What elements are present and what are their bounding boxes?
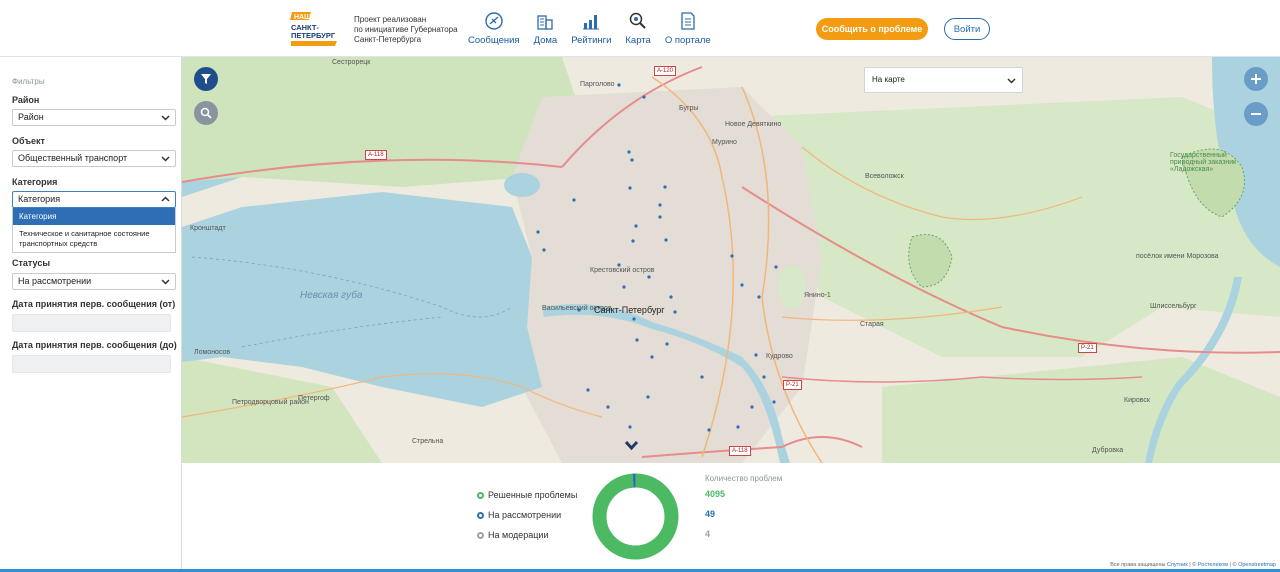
- search-icon: [200, 107, 212, 119]
- messages-icon: [485, 12, 503, 30]
- map-label: Стрельна: [412, 438, 444, 445]
- object-label: Объект: [12, 136, 45, 146]
- map-label: Мурино: [712, 139, 737, 146]
- map-label: Сестрорецк: [332, 59, 371, 66]
- main-nav: Сообщения Дома Рейтинги Карта О портале: [468, 10, 725, 46]
- svg-text:НАШ: НАШ: [294, 14, 311, 21]
- nav-ratings[interactable]: Рейтинги: [571, 10, 611, 46]
- count-title: Количество проблем: [705, 474, 783, 483]
- district-label: Район: [12, 95, 40, 105]
- osm-link[interactable]: Openstreetmap: [1238, 562, 1276, 568]
- object-select[interactable]: Общественный транспорт: [12, 150, 176, 167]
- donut-slice: [592, 473, 679, 560]
- chevron-up-icon: [161, 196, 170, 202]
- buildings-icon: [537, 15, 554, 30]
- count-resolved: 4095: [705, 489, 726, 499]
- map-label: Кронштадт: [190, 225, 226, 232]
- rostelecom-link[interactable]: Ростелеком: [1198, 562, 1228, 568]
- road-shield: Р-21: [1078, 343, 1097, 353]
- logo[interactable]: НАШ САНКТ- ПЕТЕРБУРГ: [289, 10, 339, 48]
- map-label: Старая: [860, 321, 884, 328]
- filters-sidebar: Фильтры Район Район Объект Общественный …: [0, 57, 182, 572]
- search-button[interactable]: [194, 101, 218, 125]
- legend-dot-icon: [477, 531, 484, 539]
- count-moderation: 4: [705, 529, 711, 539]
- map-label: Крестовский остров: [590, 267, 655, 274]
- status-label: Статусы: [12, 258, 51, 268]
- category-option[interactable]: Техническое и санитарное состояние транс…: [13, 225, 175, 253]
- date-to-label: Дата принятия перв. сообщения (до): [12, 340, 177, 350]
- legend-dot-icon: [477, 491, 484, 499]
- nav-map[interactable]: Карта: [625, 10, 651, 46]
- road-shield: А-118: [365, 150, 387, 160]
- collapse-chevron-icon[interactable]: [624, 440, 639, 452]
- map-label: Дубровка: [1092, 447, 1124, 454]
- map-label: Новое Девяткино: [725, 121, 782, 128]
- report-problem-button[interactable]: Сообщить о проблеме: [816, 18, 928, 40]
- nav-messages[interactable]: Сообщения: [468, 10, 520, 46]
- plus-icon: [1251, 74, 1261, 84]
- status-select[interactable]: На рассмотрении: [12, 273, 176, 290]
- map-label: Кировск: [1124, 397, 1150, 404]
- water-label: Невская губа: [300, 290, 363, 301]
- date-to-input[interactable]: [12, 355, 171, 373]
- site-header: НАШ САНКТ- ПЕТЕРБУРГ Проект реализован п…: [0, 0, 1280, 57]
- map-label: Петродворцовый район: [232, 399, 309, 406]
- login-button[interactable]: Войти: [944, 18, 990, 40]
- chevron-down-icon: [161, 115, 170, 121]
- map-label: Государственный природный заказник «Ладо…: [1170, 152, 1237, 173]
- map-label: Всеволожск: [865, 173, 904, 180]
- filters-title: Фильтры: [12, 77, 45, 86]
- stats-panel: Решенные проблемы На рассмотрении На мод…: [182, 463, 1280, 572]
- map-label: посёлок имени Морозова: [1136, 253, 1219, 260]
- map-label: Янино-1: [804, 292, 831, 299]
- map-label: Кудрово: [766, 353, 793, 360]
- status-donut-chart: [592, 473, 679, 560]
- category-dropdown: Категория Техническое и санитарное состо…: [12, 208, 176, 253]
- map-label: Бугры: [679, 105, 699, 112]
- category-select[interactable]: Категория: [12, 191, 176, 208]
- category-option-selected[interactable]: Категория: [13, 208, 175, 225]
- nav-about[interactable]: О портале: [665, 10, 711, 46]
- map-search-icon: [629, 12, 646, 29]
- chevron-down-icon: [161, 156, 170, 162]
- document-icon: [681, 12, 695, 30]
- road-shield: А-118: [729, 446, 751, 456]
- map-label: Ломоносов: [194, 349, 231, 356]
- chevron-down-icon: [161, 279, 170, 285]
- date-from-label: Дата принятия перв. сообщения (от): [12, 299, 176, 309]
- filter-icon: [201, 74, 211, 84]
- date-from-input[interactable]: [12, 314, 171, 332]
- map-label: Шлиссельбург: [1150, 303, 1197, 310]
- logo-tagline: Проект реализован по инициативе Губернат…: [354, 15, 458, 44]
- zoom-in-button[interactable]: [1244, 67, 1268, 91]
- footer-note: Все права защищены Спутник | © Ростелеко…: [1110, 562, 1276, 568]
- legend-moderation: На модерации: [477, 530, 548, 540]
- svg-text:ПЕТЕРБУРГ: ПЕТЕРБУРГ: [291, 31, 336, 40]
- chevron-down-icon: [1007, 78, 1016, 84]
- zoom-out-button[interactable]: [1244, 102, 1268, 126]
- sputnik-link[interactable]: Спутник: [1167, 562, 1188, 568]
- count-pending: 49: [705, 509, 716, 519]
- category-label: Категория: [12, 177, 58, 187]
- map-view[interactable]: Сестрорецк Парголово Бугры Новое Девятки…: [182, 57, 1280, 463]
- ratings-icon: [583, 15, 600, 30]
- map-view-select[interactable]: На карте: [864, 67, 1023, 93]
- road-shield: Р-21: [783, 380, 802, 390]
- legend-dot-icon: [477, 511, 484, 519]
- filter-button[interactable]: [194, 67, 218, 91]
- legend-resolved: Решенные проблемы: [477, 490, 577, 500]
- district-select[interactable]: Район: [12, 109, 176, 126]
- minus-icon: [1251, 113, 1261, 115]
- map-canvas: [182, 57, 1280, 463]
- city-label: Санкт-Петербург: [594, 305, 665, 315]
- nav-buildings[interactable]: Дома: [534, 10, 557, 46]
- map-label: Парголово: [580, 81, 615, 88]
- road-shield: А-120: [654, 66, 677, 76]
- legend-pending: На рассмотрении: [477, 510, 561, 520]
